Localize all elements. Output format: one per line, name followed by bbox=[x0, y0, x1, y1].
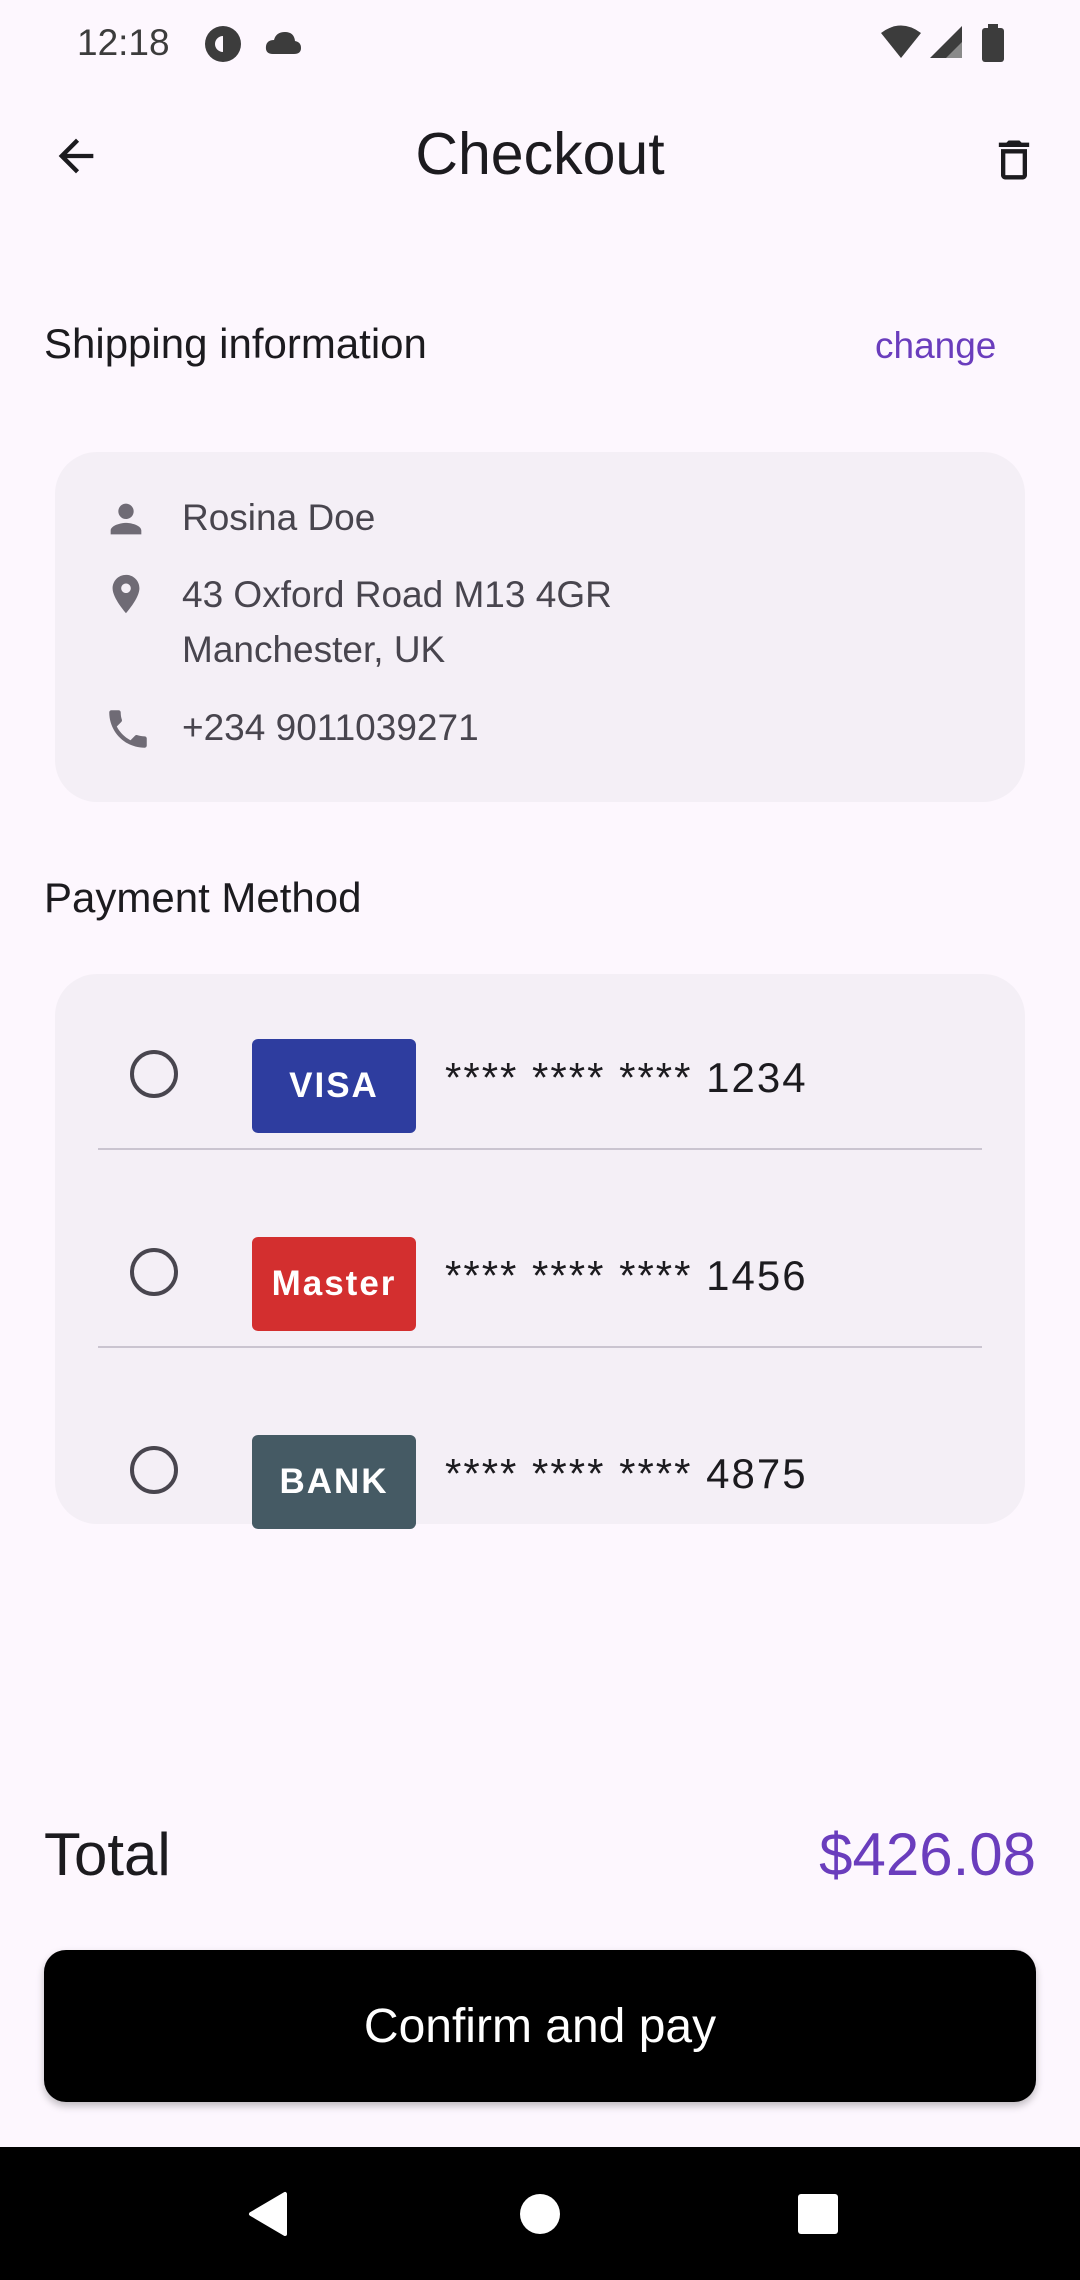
nav-back-button[interactable] bbox=[222, 2169, 312, 2259]
radio-button[interactable] bbox=[130, 1248, 178, 1296]
system-navigation-bar bbox=[0, 2147, 1080, 2280]
nav-back-icon bbox=[249, 2192, 287, 2236]
shipping-name: Rosina Doe bbox=[182, 497, 376, 538]
divider bbox=[98, 1148, 982, 1150]
payment-methods-card: VISA **** **** **** 1234 Master **** ***… bbox=[55, 974, 1025, 1529]
nav-home-button[interactable] bbox=[495, 2169, 585, 2259]
page-title: Checkout bbox=[415, 121, 665, 187]
total-value: $426.08 bbox=[819, 1821, 1036, 1888]
payment-section-title: Payment Method bbox=[44, 874, 362, 921]
location-pin-icon bbox=[112, 574, 140, 614]
signal-icon bbox=[928, 24, 964, 65]
payment-method-visa[interactable]: VISA **** **** **** 1234 bbox=[55, 974, 1025, 1170]
payment-method-master[interactable]: Master **** **** **** 1456 bbox=[55, 1172, 1025, 1368]
visa-badge: VISA bbox=[252, 1039, 416, 1133]
radio-button[interactable] bbox=[130, 1446, 178, 1494]
confirm-and-pay-button[interactable]: Confirm and pay bbox=[44, 1950, 1036, 2102]
person-icon bbox=[110, 503, 142, 535]
master-badge: Master bbox=[252, 1237, 416, 1331]
nav-recents-icon bbox=[798, 2194, 838, 2234]
bank-badge: BANK bbox=[252, 1435, 416, 1529]
wifi-icon bbox=[880, 24, 922, 65]
status-time: 12:18 bbox=[77, 22, 170, 63]
cloud-icon bbox=[263, 28, 303, 63]
battery-icon bbox=[981, 24, 1005, 67]
radio-button[interactable] bbox=[130, 1050, 178, 1098]
phone-icon bbox=[109, 710, 147, 748]
divider bbox=[98, 1346, 982, 1348]
card-number: **** **** **** 1456 bbox=[445, 1252, 808, 1299]
nav-recents-button[interactable] bbox=[773, 2169, 863, 2259]
nav-home-icon bbox=[520, 2194, 560, 2234]
change-shipping-link[interactable]: change bbox=[875, 325, 996, 367]
shipping-phone: +234 9011039271 bbox=[182, 707, 479, 748]
payment-method-bank[interactable]: BANK **** **** **** 4875 bbox=[55, 1370, 1025, 1566]
pocket-casts-icon bbox=[203, 24, 243, 69]
shipping-card: Rosina Doe 43 Oxford Road M13 4GR Manche… bbox=[55, 452, 1025, 802]
shipping-section-title: Shipping information bbox=[44, 320, 427, 367]
card-number: **** **** **** 4875 bbox=[445, 1450, 808, 1497]
delete-button[interactable] bbox=[978, 124, 1050, 196]
total-label: Total bbox=[44, 1821, 171, 1888]
card-number: **** **** **** 1234 bbox=[445, 1054, 808, 1101]
shipping-address: 43 Oxford Road M13 4GR Manchester, UK bbox=[182, 574, 612, 670]
trash-icon bbox=[998, 140, 1030, 180]
